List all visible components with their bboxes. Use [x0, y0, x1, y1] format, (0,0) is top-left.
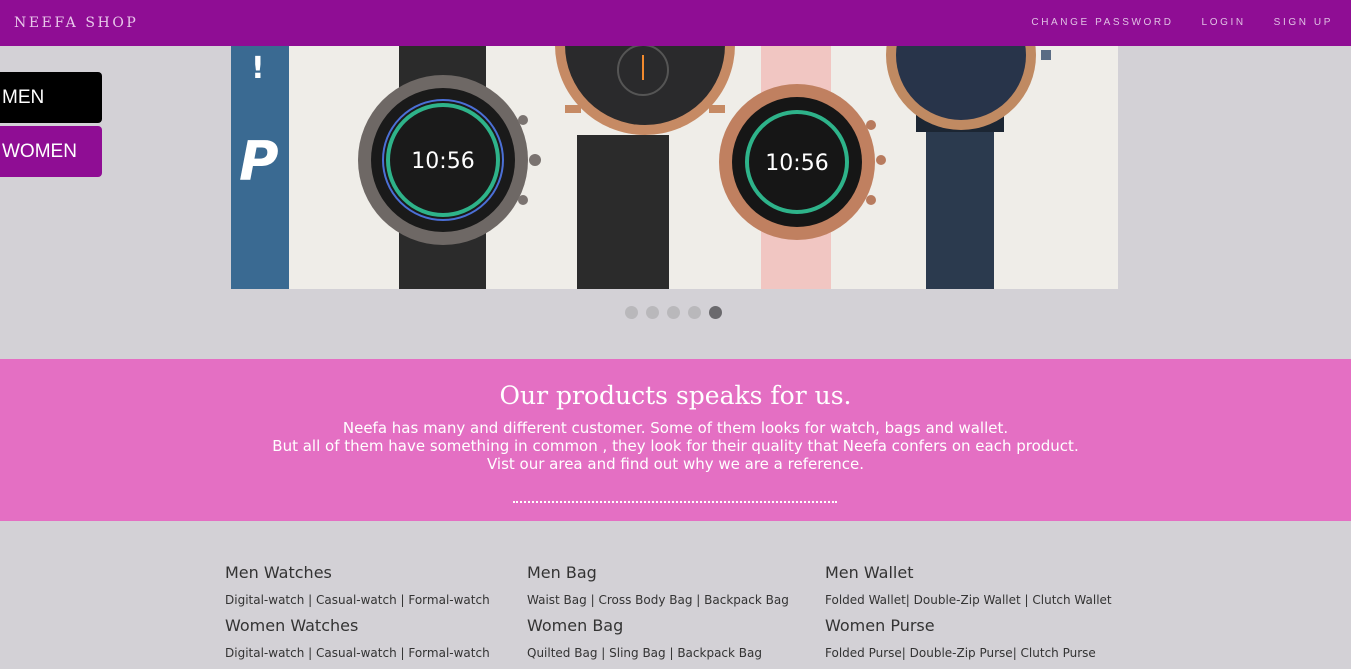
- svg-text:10:56: 10:56: [411, 149, 474, 174]
- folded-wallet-link[interactable]: Folded Wallet: [825, 593, 906, 607]
- watches-column: Men Watches Digital-watch | Casual-watch…: [225, 563, 490, 669]
- carousel-dot-5[interactable]: [709, 306, 722, 319]
- men-digital-watch-link[interactable]: Digital-watch: [225, 593, 304, 607]
- men-formal-watch-link[interactable]: Formal-watch: [408, 593, 489, 607]
- banner-description: Neefa has many and different customer. S…: [0, 419, 1351, 473]
- signup-link[interactable]: SIGN UP: [1274, 17, 1333, 28]
- nav-links: CHANGE PASSWORD LOGIN SIGN UP: [1031, 17, 1333, 28]
- quilted-bag-link[interactable]: Quilted Bag: [527, 646, 597, 660]
- women-casual-watch-link[interactable]: Casual-watch: [316, 646, 397, 660]
- carousel-indicators: [625, 306, 722, 319]
- women-watches-heading: Women Watches: [225, 616, 359, 635]
- women-bag-heading: Women Bag: [527, 616, 624, 635]
- clutch-purse-link[interactable]: Clutch Purse: [1021, 646, 1096, 660]
- women-digital-watch-link[interactable]: Digital-watch: [225, 646, 304, 660]
- brand-logo[interactable]: NEEFA SHOP: [14, 15, 138, 31]
- men-casual-watch-link[interactable]: Casual-watch: [316, 593, 397, 607]
- women-formal-watch-link[interactable]: Formal-watch: [408, 646, 489, 660]
- svg-text:10:56: 10:56: [765, 151, 828, 176]
- carousel-dot-2[interactable]: [646, 306, 659, 319]
- men-bag-links: Waist Bag | Cross Body Bag | Backpack Ba…: [527, 593, 789, 607]
- men-watches-heading: Men Watches: [225, 563, 332, 582]
- double-zip-wallet-link[interactable]: Double-Zip Wallet: [914, 593, 1021, 607]
- bags-column: Men Bag Waist Bag | Cross Body Bag | Bac…: [527, 563, 789, 669]
- cross-body-bag-link[interactable]: Cross Body Bag: [598, 593, 692, 607]
- top-navbar: NEEFA SHOP CHANGE PASSWORD LOGIN SIGN UP: [0, 0, 1351, 46]
- login-link[interactable]: LOGIN: [1202, 17, 1246, 28]
- about-banner: Our products speaks for us. Neefa has ma…: [0, 359, 1351, 521]
- banner-title: Our products speaks for us.: [499, 381, 852, 410]
- wallets-column: Men Wallet Folded Wallet| Double-Zip Wal…: [825, 563, 1112, 669]
- folded-purse-link[interactable]: Folded Purse: [825, 646, 902, 660]
- clutch-wallet-link[interactable]: Clutch Wallet: [1032, 593, 1111, 607]
- men-category-button[interactable]: MEN: [0, 72, 102, 123]
- carousel-dot-3[interactable]: [667, 306, 680, 319]
- men-bag-heading: Men Bag: [527, 563, 597, 582]
- double-zip-purse-link[interactable]: Double-Zip Purse: [910, 646, 1013, 660]
- banner-line-2: But all of them have something in common…: [272, 437, 1079, 455]
- men-wallet-heading: Men Wallet: [825, 563, 914, 582]
- women-purse-heading: Women Purse: [825, 616, 935, 635]
- women-backpack-bag-link[interactable]: Backpack Bag: [677, 646, 762, 660]
- svg-text:!: !: [251, 51, 265, 86]
- men-watches-links: Digital-watch | Casual-watch | Formal-wa…: [225, 593, 490, 607]
- women-category-button[interactable]: WOMEN: [0, 126, 102, 177]
- carousel-dot-1[interactable]: [625, 306, 638, 319]
- carousel-dot-4[interactable]: [688, 306, 701, 319]
- change-password-link[interactable]: CHANGE PASSWORD: [1031, 17, 1173, 28]
- men-wallet-links: Folded Wallet| Double-Zip Wallet | Clutc…: [825, 593, 1112, 607]
- banner-line-1: Neefa has many and different customer. S…: [342, 419, 1009, 437]
- dotted-divider: [513, 501, 837, 503]
- waist-bag-link[interactable]: Waist Bag: [527, 593, 587, 607]
- sling-bag-link[interactable]: Sling Bag: [609, 646, 666, 660]
- banner-line-3: Vist our area and find out why we are a …: [486, 455, 865, 473]
- men-backpack-bag-link[interactable]: Backpack Bag: [704, 593, 789, 607]
- svg-text:P: P: [239, 130, 279, 193]
